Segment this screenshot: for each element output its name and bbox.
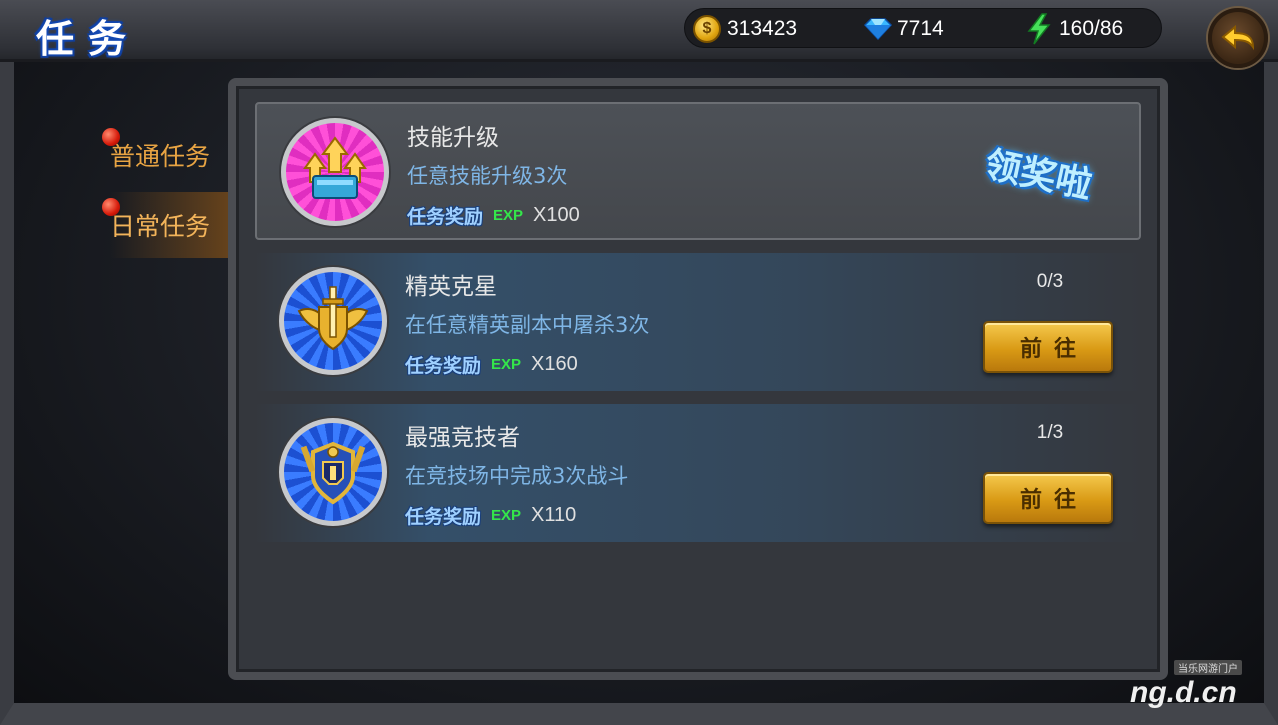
task-reward: 任务奖励 EXP X100 bbox=[407, 202, 580, 229]
task-description: 在任意精英副本中屠杀3次 bbox=[405, 313, 650, 337]
notification-dot-icon bbox=[102, 198, 120, 216]
claim-reward-button[interactable]: 领奖啦 bbox=[981, 135, 1097, 208]
arena-shield-icon bbox=[279, 418, 387, 526]
skill-upgrade-icon bbox=[281, 118, 389, 226]
task-card-skill-upgrade: 技能升级 任意技能升级3次 任务奖励 EXP X100 领奖啦 bbox=[255, 102, 1141, 240]
gold-display: $ 313423 bbox=[693, 9, 797, 49]
task-name: 最强竞技者 bbox=[405, 425, 520, 451]
tab-normal-tasks[interactable]: 普通任务 bbox=[102, 122, 236, 188]
watermark-logo-text: ng.d.cn bbox=[1130, 676, 1237, 709]
task-reward: 任务奖励 EXP X160 bbox=[405, 351, 578, 378]
exp-label: EXP bbox=[493, 207, 524, 224]
tab-label: 日常任务 bbox=[110, 212, 211, 241]
page-title: 任务 bbox=[36, 17, 141, 61]
elite-sword-icon bbox=[279, 267, 387, 375]
energy-display: 160/86 bbox=[1025, 9, 1123, 49]
task-reward: 任务奖励 EXP X110 bbox=[405, 502, 576, 529]
watermark: 当乐网游门户 ng.d.cn bbox=[1130, 660, 1242, 710]
task-progress: 0/3 bbox=[1036, 271, 1064, 292]
task-description: 任意技能升级3次 bbox=[407, 164, 568, 188]
exp-label: EXP bbox=[491, 507, 522, 524]
resource-bar: $ 313423 7714 160/86 bbox=[684, 8, 1162, 48]
diamond-icon bbox=[863, 18, 893, 40]
reward-label: 任务奖励 bbox=[405, 355, 482, 377]
notification-dot-icon bbox=[102, 128, 120, 146]
reward-value: X160 bbox=[531, 353, 578, 375]
reward-label: 任务奖励 bbox=[407, 206, 484, 228]
task-card-arena-champion: 最强竞技者 在竞技场中完成3次战斗 任务奖励 EXP X110 1/3 前往 bbox=[255, 404, 1141, 542]
diamond-display: 7714 bbox=[863, 9, 944, 49]
reward-label: 任务奖励 bbox=[405, 506, 482, 528]
task-description: 在竞技场中完成3次战斗 bbox=[405, 464, 629, 488]
tab-daily-tasks[interactable]: 日常任务 bbox=[102, 192, 246, 258]
back-button[interactable] bbox=[1208, 8, 1268, 68]
energy-amount: 160/86 bbox=[1059, 17, 1124, 40]
tab-label: 普通任务 bbox=[110, 142, 211, 171]
task-progress: 1/3 bbox=[1036, 422, 1064, 443]
task-card-elite-nemesis: 精英克星 在任意精英副本中屠杀3次 任务奖励 EXP X160 0/3 前往 bbox=[255, 253, 1141, 391]
watermark-caption: 当乐网游门户 bbox=[1174, 660, 1242, 675]
lightning-icon bbox=[1027, 13, 1051, 45]
reward-value: X100 bbox=[533, 204, 580, 226]
gold-coin-icon: $ bbox=[693, 15, 721, 43]
task-name: 精英克星 bbox=[405, 274, 497, 300]
reward-value: X110 bbox=[531, 504, 577, 526]
go-button[interactable]: 前往 bbox=[983, 472, 1113, 524]
top-bar: 任务 $ 313423 7714 160/86 bbox=[0, 0, 1278, 68]
go-button[interactable]: 前往 bbox=[983, 321, 1113, 373]
diamond-amount: 7714 bbox=[897, 17, 944, 40]
exp-label: EXP bbox=[491, 356, 522, 373]
back-arrow-icon bbox=[1221, 24, 1255, 51]
task-name: 技能升级 bbox=[407, 125, 499, 151]
gold-amount: 313423 bbox=[727, 17, 798, 40]
